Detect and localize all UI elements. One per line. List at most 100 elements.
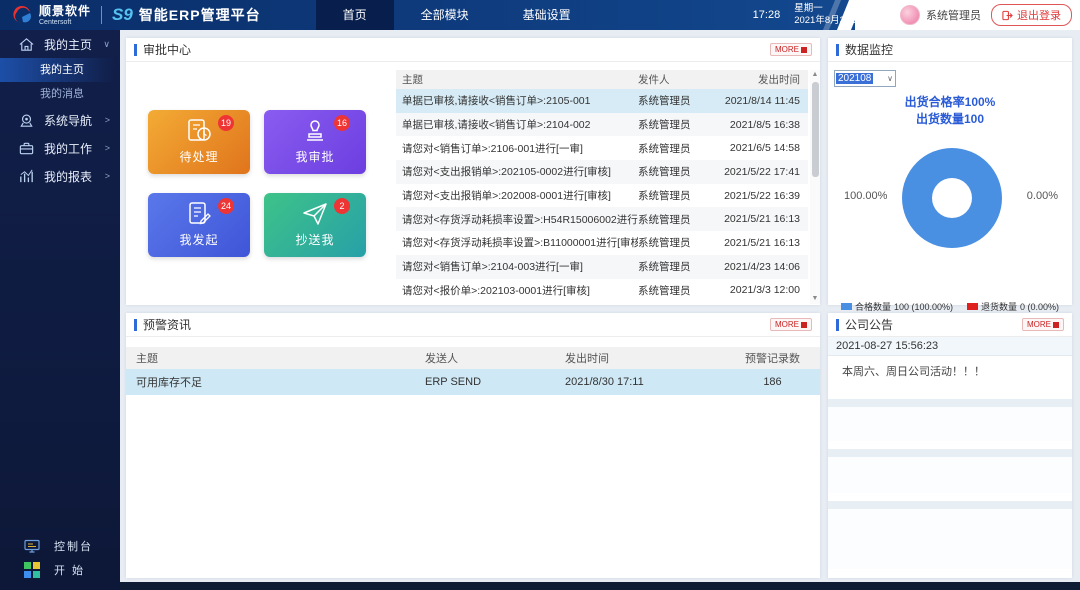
approval-sender: 系统管理员 xyxy=(638,117,716,132)
approval-row[interactable]: 请您对<存货浮动耗损率设置>:B11000001进行[审核]系统管理员2021/… xyxy=(396,231,808,255)
chart-icon xyxy=(18,168,35,185)
approval-subject: 请您对<存货浮动耗损率设置>:H54R15006002进行[审核] xyxy=(396,212,638,227)
legend-swatch-blue xyxy=(841,303,852,310)
approval-subject: 请您对<报价单>:202103-0001进行[审核] xyxy=(396,283,638,298)
alert-row[interactable]: 可用库存不足ERP SEND2021/8/30 17:11186 xyxy=(126,369,820,395)
col-sent-time: 发出时间 xyxy=(716,72,808,87)
sidebar-footer: 控制台 开 始 xyxy=(0,534,120,582)
scrollbar-thumb[interactable] xyxy=(812,82,819,177)
announcements-panel-title: 公司公告 xyxy=(836,316,893,333)
approval-sender: 系统管理员 xyxy=(638,212,716,227)
approval-more-button[interactable]: MORE xyxy=(770,43,812,56)
tile-my-approvals[interactable]: 16 我审批 xyxy=(264,110,366,174)
sidebar-item-label: 我的报表 xyxy=(44,168,92,185)
sidebar-item-label: 我的主页 xyxy=(44,36,92,53)
approval-row[interactable]: 请您对<销售订单>:2104-003进行[一审]系统管理员2021/4/23 1… xyxy=(396,255,808,279)
tile-pending[interactable]: 19 待处理 xyxy=(148,110,250,174)
donut-ring xyxy=(902,148,1002,248)
logout-exit-icon xyxy=(1002,10,1013,21)
announcement-item[interactable]: 2021-08-27 15:56:23 本周六、周日公司活动！！！ xyxy=(828,337,1072,391)
approval-subject: 请您对<销售订单>:2104-003进行[一审] xyxy=(396,259,638,274)
data-monitor-panel: 数据监控 202108 ∨ 出货合格率100% 出货数量100 100.00% … xyxy=(828,38,1072,305)
initiated-count-badge: 24 xyxy=(218,198,234,214)
period-selected-value: 202108 xyxy=(836,73,873,84)
legend-item-return: 退货数量 0 (0.00%) xyxy=(967,300,1059,313)
donut-hole xyxy=(932,178,972,218)
more-label: MORE xyxy=(775,45,799,54)
pending-count-badge: 19 xyxy=(218,115,234,131)
chevron-right-icon: > xyxy=(105,115,110,125)
paper-plane-icon xyxy=(301,201,329,227)
bottom-edge-bar xyxy=(120,582,1080,590)
approval-sent-time: 2021/5/22 16:39 xyxy=(716,190,808,202)
nav-tab-home[interactable]: 首页 xyxy=(316,0,394,30)
approval-row[interactable]: 单据已审核,请接收<销售订单>:2104-002系统管理员2021/8/5 16… xyxy=(396,113,808,137)
approval-sender: 系统管理员 xyxy=(638,235,716,250)
top-navigation: 首页 全部模块 基础设置 xyxy=(316,0,598,30)
user-avatar[interactable] xyxy=(900,5,920,25)
approval-scrollbar[interactable]: ▲ ▼ xyxy=(810,70,820,304)
my-approvals-count-badge: 16 xyxy=(334,115,350,131)
tile-initiated-by-me[interactable]: 24 我发起 xyxy=(148,193,250,257)
shipment-qty-text: 出货数量100 xyxy=(828,111,1072,128)
approval-row[interactable]: 单据已审核,请接收<销售订单>:2105-001系统管理员2021/8/14 1… xyxy=(396,89,808,113)
alert-record-count: 186 xyxy=(725,376,820,388)
sidebar-item-my-work[interactable]: 我的工作 > xyxy=(0,134,120,162)
brand-name-cn: 顺景软件 xyxy=(39,5,91,17)
start-button[interactable]: 开 始 xyxy=(0,558,120,582)
briefcase-icon xyxy=(18,140,35,157)
approval-rows: 单据已审核,请接收<销售订单>:2105-001系统管理员2021/8/14 1… xyxy=(396,89,808,302)
nav-tab-all-modules[interactable]: 全部模块 xyxy=(394,0,496,30)
product-code-logo: S9 xyxy=(112,5,133,25)
alerts-more-button[interactable]: MORE xyxy=(770,318,812,331)
approval-sent-time: 2021/5/22 17:41 xyxy=(716,166,808,178)
announcement-time: 2021-08-27 15:56:23 xyxy=(828,337,1072,356)
period-select[interactable]: 202108 ∨ xyxy=(834,70,896,87)
sidebar-item-my-home[interactable]: 我的主页 ∨ xyxy=(0,30,120,58)
sidebar-item-my-reports[interactable]: 我的报表 > xyxy=(0,162,120,190)
pending-doc-clock-icon xyxy=(185,118,213,144)
approval-subject: 请您对<支出报销单>:202008-0001进行[审核] xyxy=(396,188,638,203)
tile-cc-to-me[interactable]: 2 抄送我 xyxy=(264,193,366,257)
approval-sender: 系统管理员 xyxy=(638,259,716,274)
approval-row[interactable]: 请您对<报价单>:202103-0001进行[审核]系统管理员2021/3/3 … xyxy=(396,279,808,303)
app-logo: 顺景软件 Centersoft xyxy=(0,3,91,27)
tile-label: 待处理 xyxy=(179,148,218,165)
console-monitor-icon xyxy=(24,538,40,554)
cc-count-badge: 2 xyxy=(334,198,350,214)
approval-row[interactable]: 请您对<存货浮动耗损率设置>:H54R15006002进行[审核]系统管理员20… xyxy=(396,207,808,231)
return-percent-label: 0.00% xyxy=(1027,190,1058,202)
start-label: 开 始 xyxy=(54,562,85,578)
tile-label: 我审批 xyxy=(295,148,334,165)
logout-button[interactable]: 退出登录 xyxy=(991,4,1072,26)
sidebar-subitem-my-messages[interactable]: 我的消息 xyxy=(0,82,120,106)
approval-row[interactable]: 请您对<支出报销单>:202008-0001进行[审核]系统管理员2021/5/… xyxy=(396,184,808,208)
alert-sender: ERP SEND xyxy=(425,376,565,388)
approval-sender: 系统管理员 xyxy=(638,188,716,203)
home-icon xyxy=(18,36,35,53)
sidebar-subitem-label: 我的消息 xyxy=(40,88,84,100)
console-button[interactable]: 控制台 xyxy=(0,534,120,558)
announcements-more-button[interactable]: MORE xyxy=(1022,318,1064,331)
approval-sender: 系统管理员 xyxy=(638,164,716,179)
legend-swatch-red xyxy=(967,303,978,310)
approval-sent-time: 2021/3/3 12:00 xyxy=(716,284,808,296)
doc-edit-icon xyxy=(185,201,213,227)
sidebar-subitem-my-home[interactable]: 我的主页 xyxy=(0,58,120,82)
scroll-up-arrow[interactable]: ▲ xyxy=(810,70,820,80)
more-square-icon xyxy=(801,47,807,53)
alerts-table: 主题 发送人 发出时间 预警记录数 可用库存不足ERP SEND2021/8/3… xyxy=(126,347,820,395)
approval-row[interactable]: 请您对<支出报销单>:202105-0002进行[审核]系统管理员2021/5/… xyxy=(396,160,808,184)
scroll-down-arrow[interactable]: ▼ xyxy=(810,294,820,304)
approval-row[interactable]: 请您对<销售订单>:2106-001进行[一审]系统管理员2021/6/5 14… xyxy=(396,136,808,160)
console-label: 控制台 xyxy=(54,538,93,554)
approval-panel-title: 审批中心 xyxy=(134,41,191,58)
sidebar-item-system-nav[interactable]: 系统导航 > xyxy=(0,106,120,134)
nav-tab-basic-settings[interactable]: 基础设置 xyxy=(496,0,598,30)
approval-sender: 系统管理员 xyxy=(638,93,716,108)
announcement-empty-slot xyxy=(828,449,1072,493)
approval-sent-time: 2021/5/21 16:13 xyxy=(716,237,808,249)
stamp-icon xyxy=(302,118,328,144)
announcement-empty-slot xyxy=(828,501,1072,569)
alert-sent-time: 2021/8/30 17:11 xyxy=(565,376,725,388)
